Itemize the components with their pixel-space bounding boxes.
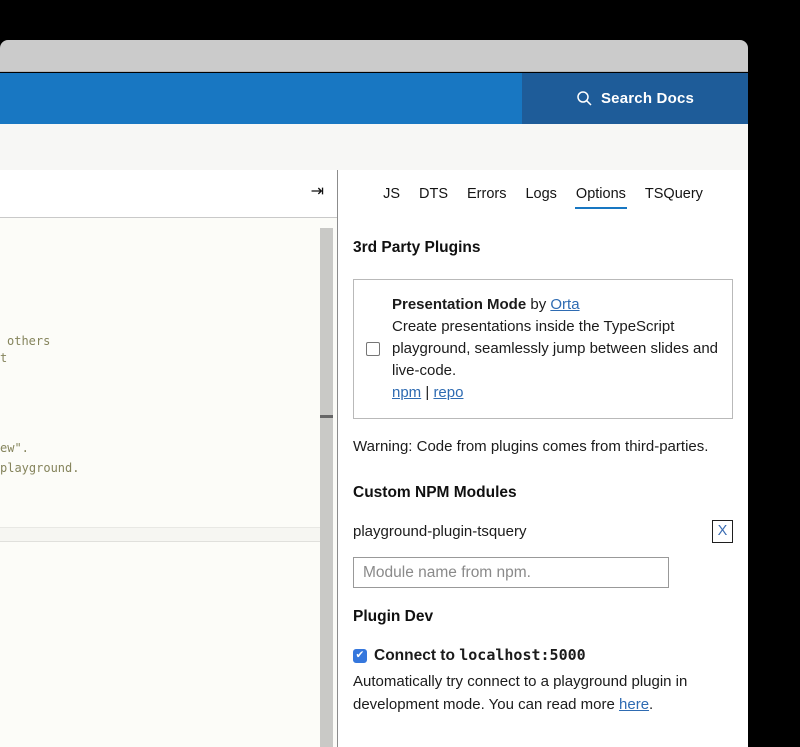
search-icon	[576, 90, 593, 107]
dock-sidebar-icon[interactable]: ⇥	[311, 184, 324, 200]
remove-module-button[interactable]: X	[712, 520, 733, 543]
code-line: others	[7, 334, 50, 348]
tab-errors[interactable]: Errors	[466, 184, 507, 209]
code-line: t	[0, 351, 7, 365]
code-line: ew".	[0, 441, 29, 455]
sidebar-panel: JS DTS Errors Logs Options TSQuery 3rd P…	[338, 170, 748, 747]
search-docs-button[interactable]: Search Docs	[522, 73, 748, 124]
plugin-enable-checkbox[interactable]	[366, 342, 380, 356]
tab-tsquery[interactable]: TSQuery	[644, 184, 704, 209]
plugin-description: Create presentations inside the TypeScri…	[392, 318, 718, 379]
editor-scrollbar[interactable]	[320, 228, 333, 747]
plugin-author-link[interactable]: Orta	[550, 296, 579, 313]
screen: Search Docs ⇥ others t ew". playground.	[0, 0, 800, 747]
npm-module-input[interactable]	[353, 557, 669, 588]
link-separator: |	[425, 384, 429, 401]
scrollbar-decoration	[320, 415, 333, 418]
plugins-warning-text: Warning: Code from plugins comes from th…	[353, 436, 747, 458]
plugin-dev-description: Automatically try connect to a playgroun…	[353, 670, 751, 716]
plugin-dev-heading: Plugin Dev	[353, 608, 733, 626]
tab-js[interactable]: JS	[382, 184, 401, 209]
code-line: playground.	[0, 461, 79, 475]
connect-localhost-row: Connect to localhost:5000	[353, 646, 733, 665]
tab-options[interactable]: Options	[575, 184, 627, 209]
plugin-by-text: by	[530, 296, 546, 313]
third-party-plugins-heading: 3rd Party Plugins	[353, 239, 733, 257]
plugin-npm-link[interactable]: npm	[392, 384, 421, 401]
search-docs-label: Search Docs	[601, 90, 694, 107]
npm-module-name: playground-plugin-tsquery	[353, 523, 526, 540]
custom-npm-modules-heading: Custom NPM Modules	[353, 484, 733, 502]
npm-module-row: playground-plugin-tsquery X	[353, 520, 733, 543]
tab-logs[interactable]: Logs	[524, 184, 557, 209]
plugin-card-text: Presentation Mode by Orta Create present…	[392, 294, 720, 404]
code-editor[interactable]: others t ew". playground.	[0, 218, 337, 747]
window-titlebar	[0, 40, 748, 72]
editor-pane: ⇥ others t ew". playground.	[0, 170, 337, 747]
tab-dts[interactable]: DTS	[418, 184, 449, 209]
connect-localhost-checkbox[interactable]	[353, 649, 367, 663]
read-more-link[interactable]: here	[619, 696, 649, 713]
plugin-name: Presentation Mode	[392, 296, 526, 313]
plugin-card: Presentation Mode by Orta Create present…	[353, 279, 733, 419]
plugin-repo-link[interactable]: repo	[433, 384, 463, 401]
sub-header-strip	[0, 124, 748, 170]
current-line-highlight	[0, 527, 320, 542]
editor-toolbar: ⇥	[0, 170, 337, 218]
main-content: ⇥ others t ew". playground. JS DTS Error…	[0, 170, 748, 747]
sidebar-tabs: JS DTS Errors Logs Options TSQuery	[353, 184, 733, 209]
localhost-address: localhost:5000	[459, 646, 585, 664]
connect-label: Connect to localhost:5000	[374, 646, 586, 665]
top-navbar: Search Docs	[0, 73, 748, 124]
